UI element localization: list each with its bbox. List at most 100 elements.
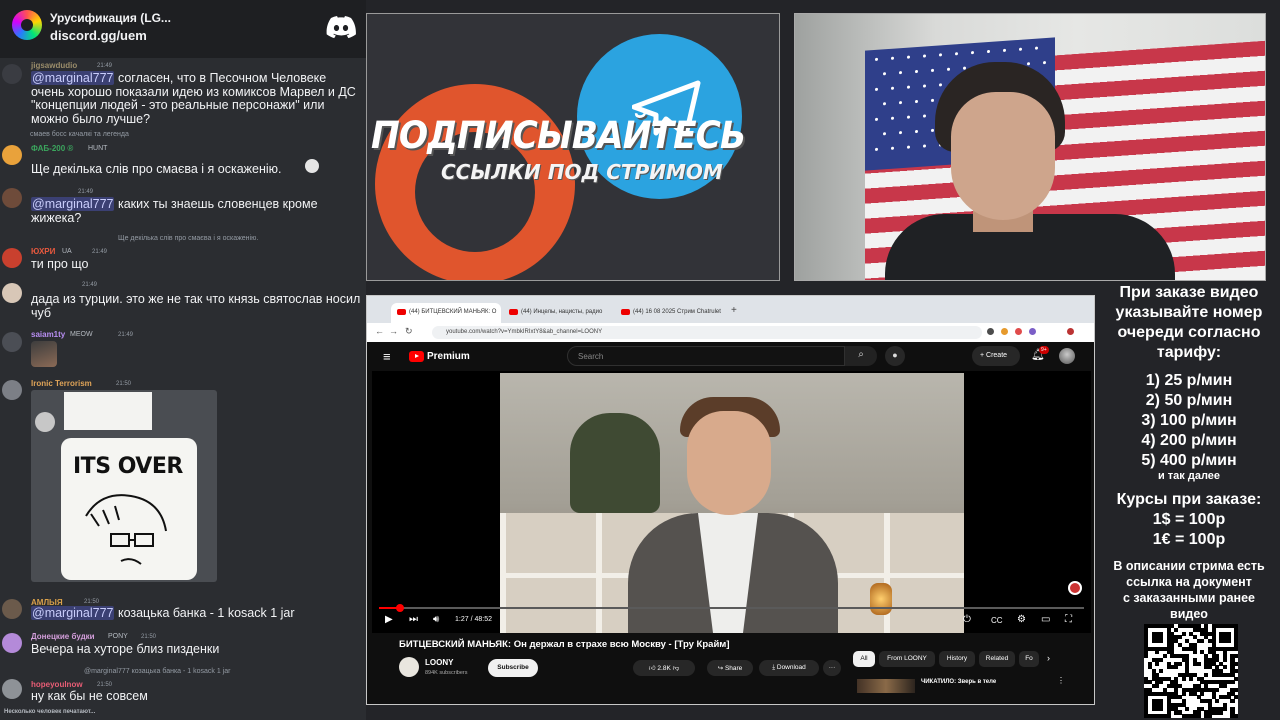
fullscreen-icon[interactable]: ⛶ xyxy=(1065,614,1072,625)
chip-related[interactable]: Related xyxy=(979,651,1015,667)
flag-star xyxy=(883,132,886,136)
autoplay-toggle-icon[interactable]: ⏻ xyxy=(963,614,971,625)
kebab-menu-icon[interactable]: ⋮ xyxy=(1057,676,1065,685)
subscriber-count: 894K subscribers xyxy=(425,670,468,676)
youtube-logo-icon[interactable] xyxy=(409,351,424,362)
info-line: При заказе видео xyxy=(1119,284,1259,301)
extension-icon[interactable] xyxy=(1001,328,1008,335)
timestamp: 21:49 xyxy=(82,282,98,288)
info-line: и так далее xyxy=(1157,470,1221,482)
chip-history[interactable]: History xyxy=(939,651,975,667)
video-plant xyxy=(570,413,660,513)
like-button[interactable]: 👍︎ 2.8K 👎︎ xyxy=(633,660,695,676)
avatar xyxy=(2,283,22,303)
qr-module xyxy=(1192,650,1197,655)
username: ФАБ-200 ® xyxy=(31,144,74,153)
flag-star xyxy=(923,144,926,148)
channel-name[interactable]: LOONY xyxy=(425,658,453,667)
meme-image[interactable]: ITS OVER xyxy=(31,390,217,582)
video-frame xyxy=(500,373,964,633)
share-button[interactable]: ↪ Share xyxy=(707,660,753,676)
related-thumbnail[interactable] xyxy=(857,679,915,693)
discord-logo-icon xyxy=(326,16,356,39)
account-avatar[interactable] xyxy=(1059,348,1075,364)
forward-icon[interactable]: → xyxy=(389,326,398,336)
next-icon[interactable]: ⏭︎ xyxy=(409,614,418,625)
flag-star xyxy=(899,101,902,105)
back-icon[interactable]: ← xyxy=(375,326,384,336)
qr-code[interactable] xyxy=(1144,624,1239,719)
search-input[interactable]: Search xyxy=(567,346,845,366)
browser-tab[interactable]: (44) Инцелы, нацисты, радио xyxy=(503,303,613,323)
browser-window: (44) БИТЦЕВСКИЙ МАНЬЯК: О (44) Инцелы, н… xyxy=(366,295,1095,705)
tariff-line: 4) 200 р/мин xyxy=(1141,432,1237,449)
chip-all[interactable]: All xyxy=(853,651,875,667)
video-title: БИТЦЕВСКИЙ МАНЬЯК: Он держал в страхе вс… xyxy=(399,639,730,650)
qr-module xyxy=(1222,657,1227,662)
profile-icon[interactable] xyxy=(1067,328,1074,335)
flag-star xyxy=(923,114,926,118)
extension-icon[interactable] xyxy=(1029,328,1036,335)
mention[interactable]: @marginal777 xyxy=(31,197,115,211)
flag-star xyxy=(923,84,926,88)
new-tab-icon[interactable]: + xyxy=(731,305,737,316)
subscribe-button[interactable]: Subscribe xyxy=(488,659,538,677)
dislike-icon[interactable]: 👎︎ xyxy=(673,665,680,672)
qr-module xyxy=(1181,676,1186,681)
notification-count: 9+ xyxy=(1039,346,1049,354)
qr-module xyxy=(1166,714,1171,719)
chevron-right-icon[interactable]: › xyxy=(1047,653,1050,663)
browser-tab[interactable]: (44) БИТЦЕВСКИЙ МАНЬЯК: О xyxy=(391,303,501,323)
tariff-line: 1) 25 р/мин xyxy=(1145,372,1233,389)
flag-star xyxy=(907,115,910,119)
menu-icon[interactable]: ≡ xyxy=(383,349,391,364)
miniplayer-icon[interactable]: ▭ xyxy=(1041,614,1050,625)
progress-bar[interactable] xyxy=(379,604,1084,612)
info-line: указывайте номер xyxy=(1115,304,1263,321)
rates-heading: Курсы при заказе: xyxy=(1116,491,1262,508)
search-icon[interactable]: ⌕ xyxy=(845,346,877,366)
qr-module xyxy=(1234,669,1239,674)
rate-line: 1$ = 100р xyxy=(1152,511,1226,528)
subtitles-icon[interactable]: CC xyxy=(991,616,1003,625)
meme-card: ITS OVER xyxy=(61,438,197,580)
flag-star xyxy=(875,117,878,121)
streamer-face xyxy=(951,92,1055,220)
channel-avatar[interactable] xyxy=(399,657,419,677)
sticker-image[interactable] xyxy=(31,341,57,367)
qr-module xyxy=(1155,661,1160,666)
url-field[interactable]: youtube.com/watch?v=YmbkIRIxtY8&ab_chann… xyxy=(432,326,982,339)
mention[interactable]: @marginal777 xyxy=(31,71,115,85)
extension-icon[interactable] xyxy=(1015,328,1022,335)
more-actions-icon[interactable]: ··· xyxy=(823,660,841,676)
qr-module xyxy=(1181,631,1186,636)
qr-module xyxy=(1215,699,1220,704)
qr-module xyxy=(1234,695,1239,700)
reply-preview: смаев босс качалкі та легенда xyxy=(30,131,129,138)
download-button[interactable]: ⤓ Download xyxy=(759,660,819,676)
settings-gear-icon[interactable]: ⚙︎ xyxy=(1017,614,1026,625)
qr-module xyxy=(1226,639,1231,644)
info-line: В описании стрима есть xyxy=(1113,559,1265,573)
microphone-icon[interactable]: ● xyxy=(885,346,905,366)
flag-star xyxy=(1003,48,1006,52)
play-icon[interactable]: ▶ xyxy=(385,614,393,625)
qr-module xyxy=(1174,627,1179,632)
flag-star xyxy=(939,53,942,57)
extension-icon[interactable] xyxy=(987,328,994,335)
related-title[interactable]: ЧИКАТИЛО: Зверь в теле xyxy=(921,679,996,685)
browser-tab[interactable]: (44) 16 08 2025 Стрим Chatrulet xyxy=(615,303,725,323)
message-text: ти про що xyxy=(31,257,89,271)
qr-module xyxy=(1234,646,1239,651)
chip-from-channel[interactable]: From LOONY xyxy=(879,651,935,667)
reload-icon[interactable]: ↻ xyxy=(405,326,413,337)
video-player[interactable] xyxy=(372,371,1091,633)
channel-watermark-icon[interactable] xyxy=(1068,581,1082,595)
server-invite: discord.gg/uem xyxy=(50,28,147,43)
qr-module xyxy=(1222,684,1227,689)
create-button[interactable]: + Create xyxy=(972,346,1020,366)
rate-line: 1€ = 100р xyxy=(1152,531,1226,548)
chip-more[interactable]: Fo xyxy=(1019,651,1039,667)
volume-icon[interactable]: 🔊︎ xyxy=(433,614,439,625)
mention[interactable]: @marginal777 xyxy=(31,606,115,620)
